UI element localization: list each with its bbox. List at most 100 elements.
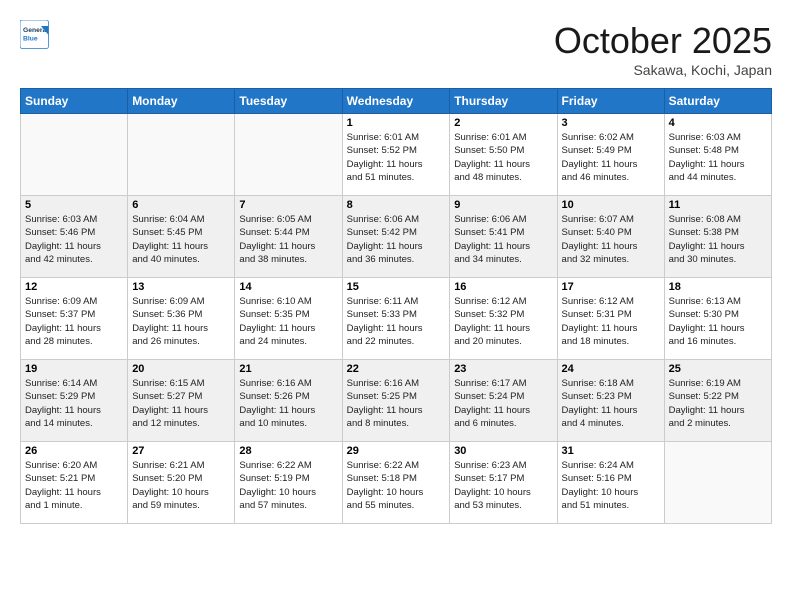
day-info: Sunrise: 6:03 AM Sunset: 5:46 PM Dayligh…	[25, 213, 123, 266]
day-info: Sunrise: 6:02 AM Sunset: 5:49 PM Dayligh…	[562, 131, 660, 184]
day-number: 20	[132, 363, 230, 375]
calendar-cell: 3 Sunrise: 6:02 AM Sunset: 5:49 PM Daylig…	[557, 114, 664, 196]
day-number: 23	[454, 363, 552, 375]
day-info: Sunrise: 6:12 AM Sunset: 5:32 PM Dayligh…	[454, 295, 552, 348]
calendar-cell: 28Sunrise: 6:22 AM Sunset: 5:19 PM Dayli…	[235, 442, 342, 524]
day-info: Sunrise: 6:17 AM Sunset: 5:24 PM Dayligh…	[454, 377, 552, 430]
day-number: 25	[669, 363, 767, 375]
title-block: October 2025 Sakawa, Kochi, Japan	[554, 20, 772, 78]
calendar-cell: 4 Sunrise: 6:03 AM Sunset: 5:48 PM Daylig…	[664, 114, 771, 196]
calendar-cell: 11 Sunrise: 6:08 AM Sunset: 5:38 PM Dayli…	[664, 196, 771, 278]
calendar-cell: 15Sunrise: 6:11 AM Sunset: 5:33 PM Dayli…	[342, 278, 450, 360]
calendar-week-row: 12Sunrise: 6:09 AM Sunset: 5:37 PM Dayli…	[21, 278, 772, 360]
weekday-header: Thursday	[450, 89, 557, 114]
day-info: Sunrise: 6:15 AM Sunset: 5:27 PM Dayligh…	[132, 377, 230, 430]
day-number: 1	[347, 117, 446, 129]
calendar-cell: 9 Sunrise: 6:06 AM Sunset: 5:41 PM Daylig…	[450, 196, 557, 278]
day-number: 29	[347, 445, 446, 457]
day-info: Sunrise: 6:11 AM Sunset: 5:33 PM Dayligh…	[347, 295, 446, 348]
calendar-cell: 2 Sunrise: 6:01 AM Sunset: 5:50 PM Daylig…	[450, 114, 557, 196]
calendar-cell: 10Sunrise: 6:07 AM Sunset: 5:40 PM Dayli…	[557, 196, 664, 278]
calendar-cell: 29 Sunrise: 6:22 AM Sunset: 5:18 PM Dayli…	[342, 442, 450, 524]
calendar-cell: 13 Sunrise: 6:09 AM Sunset: 5:36 PM Dayli…	[128, 278, 235, 360]
calendar-cell: 30Sunrise: 6:23 AM Sunset: 5:17 PM Dayli…	[450, 442, 557, 524]
day-info: Sunrise: 6:09 AM Sunset: 5:36 PM Dayligh…	[132, 295, 230, 348]
day-info: Sunrise: 6:13 AM Sunset: 5:30 PM Dayligh…	[669, 295, 767, 348]
day-number: 5	[25, 199, 123, 211]
day-info: Sunrise: 6:21 AM Sunset: 5:20 PM Dayligh…	[132, 459, 230, 512]
weekday-header: Tuesday	[235, 89, 342, 114]
day-info: Sunrise: 6:03 AM Sunset: 5:48 PM Dayligh…	[669, 131, 767, 184]
day-number: 27	[132, 445, 230, 457]
calendar-cell: 8Sunrise: 6:06 AM Sunset: 5:42 PM Daylig…	[342, 196, 450, 278]
day-info: Sunrise: 6:01 AM Sunset: 5:50 PM Dayligh…	[454, 131, 552, 184]
day-number: 26	[25, 445, 123, 457]
day-info: Sunrise: 6:18 AM Sunset: 5:23 PM Dayligh…	[562, 377, 660, 430]
day-info: Sunrise: 6:16 AM Sunset: 5:26 PM Dayligh…	[239, 377, 337, 430]
calendar-cell: 19Sunrise: 6:14 AM Sunset: 5:29 PM Dayli…	[21, 360, 128, 442]
calendar-header-row: SundayMondayTuesdayWednesdayThursdayFrid…	[21, 89, 772, 114]
calendar-week-row: 1 Sunrise: 6:01 AM Sunset: 5:52 PM Daylig…	[21, 114, 772, 196]
weekday-header: Monday	[128, 89, 235, 114]
day-number: 24	[562, 363, 660, 375]
calendar-week-row: 5 Sunrise: 6:03 AM Sunset: 5:46 PM Daylig…	[21, 196, 772, 278]
day-number: 21	[239, 363, 337, 375]
day-number: 18	[669, 281, 767, 293]
calendar-cell: 14 Sunrise: 6:10 AM Sunset: 5:35 PM Dayli…	[235, 278, 342, 360]
calendar-cell: 20 Sunrise: 6:15 AM Sunset: 5:27 PM Dayli…	[128, 360, 235, 442]
day-number: 31	[562, 445, 660, 457]
month-title: October 2025	[554, 20, 772, 62]
day-info: Sunrise: 6:24 AM Sunset: 5:16 PM Dayligh…	[562, 459, 660, 512]
logo: General Blue	[20, 20, 52, 50]
calendar-cell: 18 Sunrise: 6:13 AM Sunset: 5:30 PM Dayli…	[664, 278, 771, 360]
weekday-header: Friday	[557, 89, 664, 114]
day-number: 7	[239, 199, 337, 211]
day-number: 4	[669, 117, 767, 129]
location-subtitle: Sakawa, Kochi, Japan	[554, 62, 772, 78]
calendar-cell: 21 Sunrise: 6:16 AM Sunset: 5:26 PM Dayli…	[235, 360, 342, 442]
calendar-cell: 27 Sunrise: 6:21 AM Sunset: 5:20 PM Dayli…	[128, 442, 235, 524]
day-info: Sunrise: 6:14 AM Sunset: 5:29 PM Dayligh…	[25, 377, 123, 430]
calendar-table: SundayMondayTuesdayWednesdayThursdayFrid…	[20, 88, 772, 524]
day-info: Sunrise: 6:08 AM Sunset: 5:38 PM Dayligh…	[669, 213, 767, 266]
day-info: Sunrise: 6:22 AM Sunset: 5:18 PM Dayligh…	[347, 459, 446, 512]
calendar-cell: 25 Sunrise: 6:19 AM Sunset: 5:22 PM Dayli…	[664, 360, 771, 442]
day-info: Sunrise: 6:10 AM Sunset: 5:35 PM Dayligh…	[239, 295, 337, 348]
page-container: General Blue October 2025 Sakawa, Kochi,…	[0, 0, 792, 534]
calendar-week-row: 19Sunrise: 6:14 AM Sunset: 5:29 PM Dayli…	[21, 360, 772, 442]
day-number: 3	[562, 117, 660, 129]
day-info: Sunrise: 6:05 AM Sunset: 5:44 PM Dayligh…	[239, 213, 337, 266]
day-info: Sunrise: 6:01 AM Sunset: 5:52 PM Dayligh…	[347, 131, 446, 184]
logo-icon: General Blue	[20, 20, 50, 50]
calendar-cell	[128, 114, 235, 196]
day-info: Sunrise: 6:20 AM Sunset: 5:21 PM Dayligh…	[25, 459, 123, 512]
calendar-cell: 1 Sunrise: 6:01 AM Sunset: 5:52 PM Daylig…	[342, 114, 450, 196]
day-number: 14	[239, 281, 337, 293]
calendar-cell	[235, 114, 342, 196]
day-info: Sunrise: 6:06 AM Sunset: 5:42 PM Dayligh…	[347, 213, 446, 266]
day-info: Sunrise: 6:19 AM Sunset: 5:22 PM Dayligh…	[669, 377, 767, 430]
weekday-header: Wednesday	[342, 89, 450, 114]
day-info: Sunrise: 6:22 AM Sunset: 5:19 PM Dayligh…	[239, 459, 337, 512]
day-number: 11	[669, 199, 767, 211]
calendar-cell: 23 Sunrise: 6:17 AM Sunset: 5:24 PM Dayli…	[450, 360, 557, 442]
calendar-cell: 12Sunrise: 6:09 AM Sunset: 5:37 PM Dayli…	[21, 278, 128, 360]
calendar-week-row: 26 Sunrise: 6:20 AM Sunset: 5:21 PM Dayli…	[21, 442, 772, 524]
day-number: 17	[562, 281, 660, 293]
day-number: 13	[132, 281, 230, 293]
calendar-cell: 5 Sunrise: 6:03 AM Sunset: 5:46 PM Daylig…	[21, 196, 128, 278]
day-number: 9	[454, 199, 552, 211]
day-number: 2	[454, 117, 552, 129]
day-info: Sunrise: 6:23 AM Sunset: 5:17 PM Dayligh…	[454, 459, 552, 512]
day-info: Sunrise: 6:09 AM Sunset: 5:37 PM Dayligh…	[25, 295, 123, 348]
weekday-header: Sunday	[21, 89, 128, 114]
calendar-cell: 22Sunrise: 6:16 AM Sunset: 5:25 PM Dayli…	[342, 360, 450, 442]
day-number: 22	[347, 363, 446, 375]
calendar-cell: 7 Sunrise: 6:05 AM Sunset: 5:44 PM Daylig…	[235, 196, 342, 278]
weekday-header: Saturday	[664, 89, 771, 114]
calendar-cell	[664, 442, 771, 524]
day-info: Sunrise: 6:07 AM Sunset: 5:40 PM Dayligh…	[562, 213, 660, 266]
svg-text:Blue: Blue	[23, 35, 38, 42]
calendar-cell	[21, 114, 128, 196]
day-info: Sunrise: 6:06 AM Sunset: 5:41 PM Dayligh…	[454, 213, 552, 266]
